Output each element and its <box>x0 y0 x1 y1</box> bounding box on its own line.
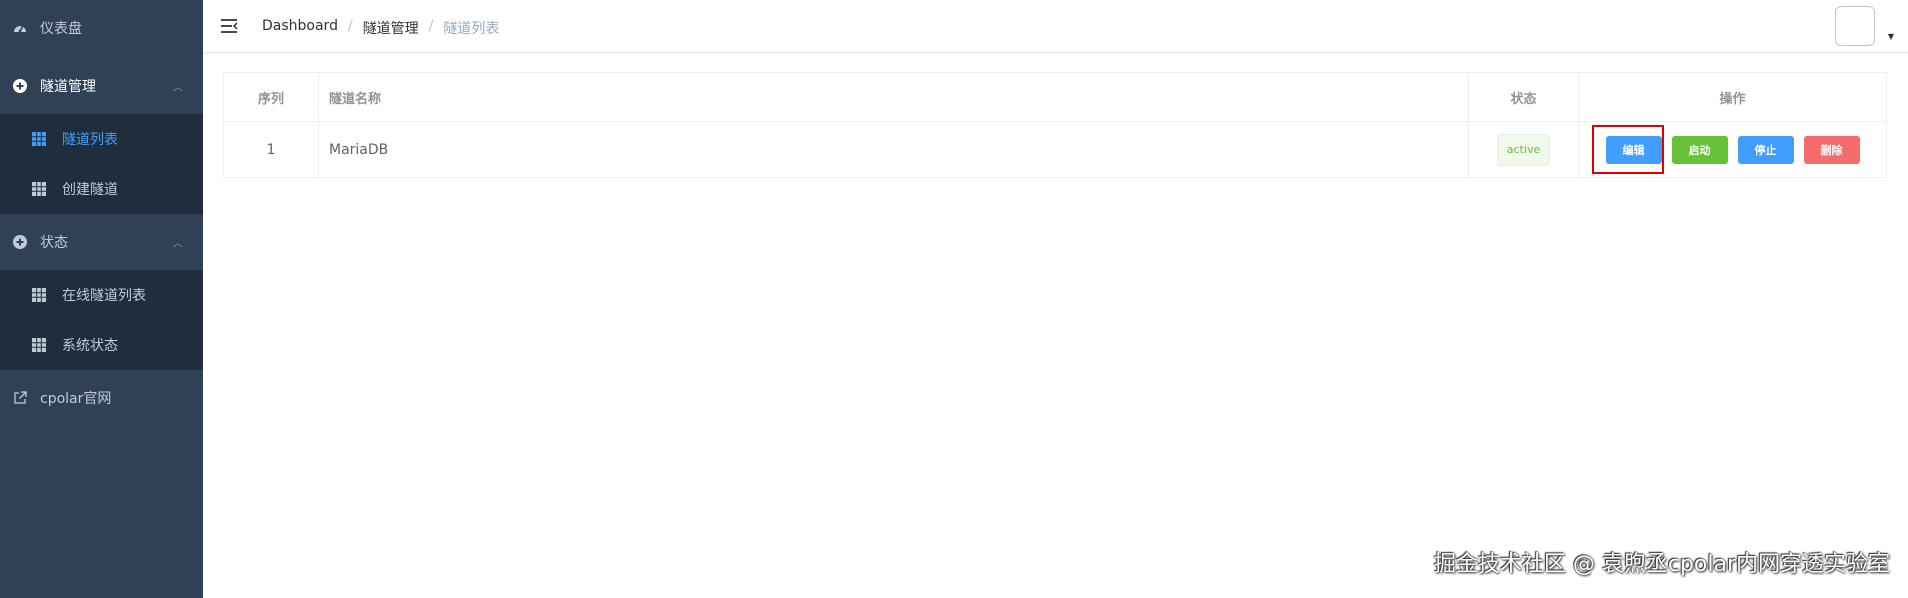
watermark: 掘金技术社区 @ 袁煦丞cpolar内网穿透实验室 <box>1433 552 1890 577</box>
menu-dashboard[interactable]: 仪表盘 <box>0 0 203 56</box>
top-navbar: Dashboard / 隧道管理 / 隧道列表 ▼ <box>203 0 1908 53</box>
menu-tunnel-list-label: 隧道列表 <box>62 132 118 148</box>
row-index: 1 <box>224 122 319 177</box>
menu-online-tunnels[interactable]: 在线隧道列表 <box>0 270 203 320</box>
grid-icon <box>32 288 46 302</box>
menu-system-status-label: 系统状态 <box>62 338 118 354</box>
menu-status-label: 状态 <box>40 235 68 251</box>
menu-tunnel-list[interactable]: 隧道列表 <box>0 114 203 164</box>
menu-create-tunnel[interactable]: 创建隧道 <box>0 164 203 214</box>
row-tunnel-name: MariaDB <box>319 122 1469 177</box>
grid-icon <box>32 182 46 196</box>
stop-button[interactable]: 停止 <box>1737 135 1794 164</box>
status-badge: active <box>1496 133 1551 166</box>
dashboard-icon <box>12 20 28 36</box>
breadcrumb: Dashboard / 隧道管理 / 隧道列表 <box>262 18 499 38</box>
header-index: 序列 <box>224 73 319 121</box>
plus-circle-icon <box>12 78 28 94</box>
table-header-row: 序列 隧道名称 状态 操作 <box>224 73 1886 122</box>
menu-official-site-label: cpolar官网 <box>40 391 112 407</box>
menu-tunnel-management[interactable]: 隧道管理 ︿ <box>0 58 203 114</box>
delete-button[interactable]: 删除 <box>1803 135 1860 164</box>
action-buttons: 编辑 启动 停止 删除 <box>1591 124 1865 174</box>
edit-button[interactable]: 编辑 <box>1605 135 1662 164</box>
hamburger-icon[interactable] <box>220 18 238 38</box>
grid-icon <box>32 338 46 352</box>
menu-create-tunnel-label: 创建隧道 <box>62 182 118 198</box>
tunnel-table: 序列 隧道名称 状态 操作 1 MariaDB active 编辑 启动 停止 … <box>223 72 1887 178</box>
plus-circle-icon <box>12 234 28 250</box>
row-actions-cell: 编辑 启动 停止 删除 <box>1579 122 1886 177</box>
row-status-cell: active <box>1469 122 1579 177</box>
breadcrumb-separator: / <box>428 18 434 34</box>
menu-dashboard-label: 仪表盘 <box>40 21 82 37</box>
menu-status[interactable]: 状态 ︿ <box>0 214 203 270</box>
menu-tunnel-management-label: 隧道管理 <box>40 79 96 95</box>
external-link-icon <box>12 390 28 406</box>
breadcrumb-tunnel-management[interactable]: 隧道管理 <box>363 18 419 38</box>
menu-online-tunnels-label: 在线隧道列表 <box>62 288 146 304</box>
chevron-up-icon: ︿ <box>173 238 183 250</box>
chevron-up-icon: ︿ <box>173 82 183 94</box>
header-actions: 操作 <box>1719 91 1746 107</box>
breadcrumb-tunnel-list: 隧道列表 <box>443 21 500 37</box>
sidebar: 仪表盘 隧道管理 ︿ 隧道列表 创建隧道 状态 ︿ 在线隧道列表 系统状态 cp… <box>0 0 203 598</box>
grid-icon <box>32 132 46 146</box>
header-name: 隧道名称 <box>319 73 1469 121</box>
table-row: 1 MariaDB active 编辑 启动 停止 删除 <box>224 122 1886 177</box>
header-status: 状态 <box>1469 73 1579 121</box>
menu-system-status[interactable]: 系统状态 <box>0 320 203 370</box>
avatar[interactable] <box>1835 6 1875 46</box>
start-button[interactable]: 启动 <box>1671 135 1728 164</box>
caret-down-icon[interactable]: ▼ <box>1888 32 1894 41</box>
breadcrumb-separator: / <box>347 18 353 34</box>
breadcrumb-dashboard[interactable]: Dashboard <box>262 18 338 38</box>
menu-official-site[interactable]: cpolar官网 <box>0 370 203 426</box>
